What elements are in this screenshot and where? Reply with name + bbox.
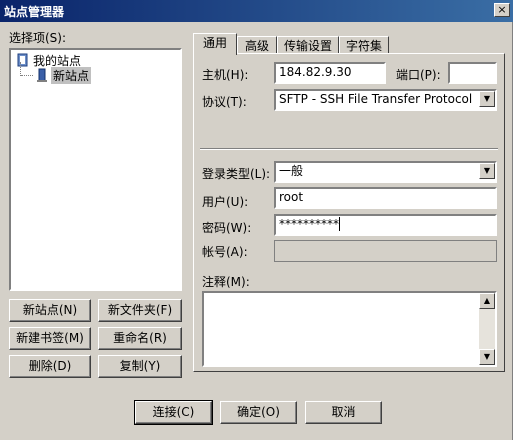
tab-charset[interactable]: 字符集 [339,36,389,54]
protocol-label: 协议(T): [202,95,247,109]
password-label: 密码(W): [202,221,252,235]
tree-connector [21,75,33,76]
user-input[interactable]: root [274,187,497,209]
user-label: 用户(U): [202,195,249,209]
tree-connector [20,62,21,76]
comments-textarea[interactable]: ▲ ▼ [202,291,497,367]
host-label: 主机(H): [202,68,249,82]
cancel-button[interactable]: 取消 [305,401,382,424]
comments-scrollbar[interactable]: ▲ ▼ [479,293,495,365]
site-tree[interactable]: 我的站点 新站点 [9,48,182,291]
ok-button[interactable]: 确定(O) [220,401,297,424]
text-caret [339,217,340,231]
rename-button[interactable]: 重命名(R) [98,327,182,350]
tree-item-label: 新站点 [51,67,92,84]
tree-item-new-site[interactable]: 新站点 [35,67,175,84]
site-manager-window: 站点管理器 × 选择项(S): 我的站点 新站点 新站点(N) 新文件夹(F) … [0,0,513,440]
tab-transfer-settings[interactable]: 传输设置 [277,36,339,54]
close-button[interactable]: × [494,3,510,17]
new-site-button[interactable]: 新站点(N) [9,299,91,322]
title-bar[interactable]: 站点管理器 × [0,0,513,22]
background-window-edge [514,0,523,440]
logon-type-label: 登录类型(L): [202,167,271,181]
copy-button[interactable]: 复制(Y) [98,355,182,378]
host-input[interactable]: 184.82.9.30 [274,62,386,84]
new-bookmark-button[interactable]: 新建书签(M) [9,327,91,350]
chevron-down-icon[interactable]: ▼ [479,163,495,179]
new-folder-button[interactable]: 新文件夹(F) [98,299,182,322]
comments-label: 注释(M): [202,275,250,289]
close-icon: × [497,3,507,16]
port-input[interactable] [448,62,497,84]
protocol-select[interactable]: SFTP - SSH File Transfer Protocol ▼ [274,89,497,111]
account-label: 帐号(A): [202,245,248,259]
tree-label: 选择项(S): [9,31,67,45]
chevron-down-icon[interactable]: ▼ [479,91,495,107]
tree-item-my-sites[interactable]: 我的站点 [16,52,176,68]
tab-general[interactable]: 通用 [193,33,237,55]
section-divider [200,148,498,150]
scroll-up-icon[interactable]: ▲ [479,293,495,309]
password-input[interactable]: ********** [274,214,497,236]
tab-advanced[interactable]: 高级 [237,36,277,54]
folder-icon [17,53,28,67]
general-tab-panel: 主机(H): 184.82.9.30 端口(P): 协议(T): SFTP - … [193,53,505,372]
delete-button[interactable]: 删除(D) [9,355,91,378]
window-title: 站点管理器 [4,5,65,19]
server-icon [37,68,47,82]
account-input [274,240,497,262]
logon-type-select[interactable]: 一般 ▼ [274,161,497,183]
port-label: 端口(P): [396,68,441,82]
connect-button[interactable]: 连接(C) [134,400,213,425]
scroll-down-icon[interactable]: ▼ [479,349,495,365]
